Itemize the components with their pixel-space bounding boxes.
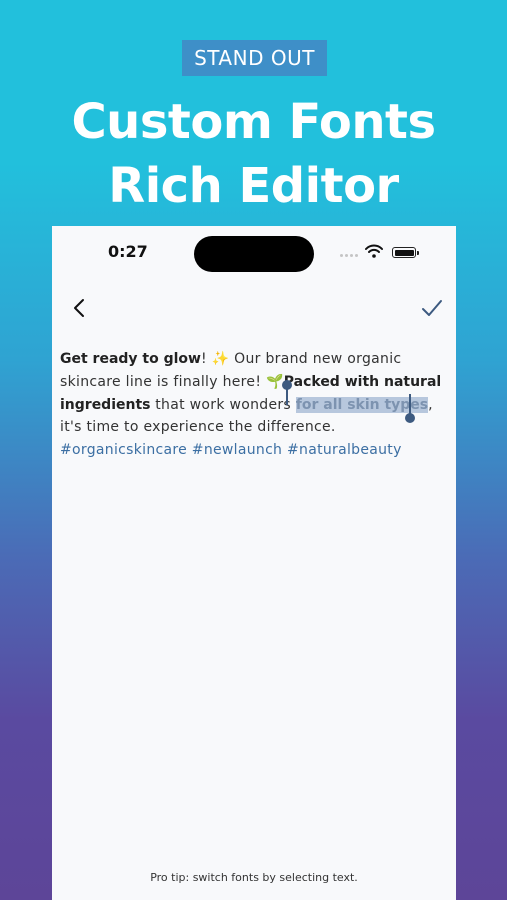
- intro-bold-text: Get ready to glow: [60, 351, 201, 367]
- phone-screen: 0:27 Get ready to glow! ✨ Our brand new …: [52, 226, 456, 900]
- back-chevron-icon[interactable]: [68, 296, 92, 320]
- done-checkmark-icon[interactable]: [420, 296, 444, 320]
- selection-start-handle[interactable]: [282, 380, 292, 390]
- hashtags[interactable]: #organicskincare #newlaunch #naturalbeau…: [60, 442, 402, 458]
- exclaim-text: !: [200, 351, 207, 367]
- headline-line-1: Custom Fonts: [71, 94, 436, 150]
- battery-icon: [392, 247, 419, 258]
- status-time: 0:27: [108, 242, 148, 261]
- body-text-2: that work wonders: [155, 396, 292, 413]
- pro-tip: Pro tip: switch fonts by selecting text.: [150, 871, 358, 884]
- sparkles-emoji: ✨: [211, 351, 230, 367]
- cellular-signal-icon: [340, 254, 360, 258]
- rich-text-editor[interactable]: Get ready to glow! ✨ Our brand new organ…: [60, 348, 452, 462]
- seedling-emoji: 🌱: [266, 373, 284, 390]
- wifi-icon: [365, 244, 383, 258]
- dynamic-island: [194, 236, 314, 272]
- promo-badge: STAND OUT: [182, 40, 327, 76]
- headline-line-2: Rich Editor: [108, 158, 399, 214]
- selection-end-handle[interactable]: [405, 413, 415, 423]
